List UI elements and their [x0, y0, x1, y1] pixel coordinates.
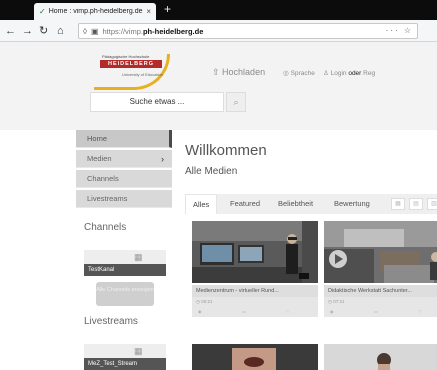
media-duration: ◷ 07:21	[328, 299, 345, 304]
section-title: Alle Medien	[185, 166, 238, 177]
upload-icon: ⇧	[212, 67, 223, 77]
logo-small: University of Education	[122, 72, 163, 77]
detail-view-icon[interactable]: ▥	[427, 198, 437, 210]
stream-card[interactable]: ▦ MeZ_Test_Stream	[84, 344, 166, 370]
stream-placeholder-icon: ▦	[134, 346, 143, 356]
media-card[interactable]: Didaktische Werkstatt Sachunter... ◷ 07:…	[324, 221, 437, 317]
home-button[interactable]: ⌂	[57, 24, 64, 38]
reload-button[interactable]: ↻	[39, 24, 48, 38]
logo-name: HEIDELBERG	[100, 60, 162, 68]
header-links: ⇧ Hochladen ◎ Sprache ♙ Login oder Reg	[212, 67, 437, 78]
forward-button[interactable]: →	[22, 24, 33, 38]
url-actions[interactable]: ··· ☆	[386, 26, 413, 35]
sidebar-item-medien[interactable]: Medien ›	[76, 150, 172, 168]
sidebar: Home Medien › Channels Livestreams Channe…	[76, 130, 172, 370]
media-title: Didaktische Werkstatt Sachunter...	[324, 285, 437, 297]
browser-tabbar: ✓ Home : vimp.ph-heidelberg.de × +	[0, 0, 437, 20]
media-stats: ◉ ▭ ♡	[192, 309, 318, 316]
livestreams-heading: Livestreams	[84, 316, 138, 327]
address-bar[interactable]: ◊ ▣ https://vimp.ph-heidelberg.de ··· ☆	[78, 23, 418, 39]
filter-bar: Alles Featured Beliebtheit Bewertung ▦ ▤…	[185, 194, 437, 214]
show-all-channels-button[interactable]: Alle Channels anzeigen	[96, 282, 154, 306]
chevron-right-icon: ›	[161, 154, 164, 164]
tab-alles[interactable]: Alles	[185, 194, 218, 214]
browser-navbar: ← → ↻ ⌂ ◊ ▣ https://vimp.ph-heidelberg.d…	[0, 20, 437, 42]
new-tab-button[interactable]: +	[164, 2, 171, 16]
media-meta: ◷ 00:21 ◉ ▭ ♡	[192, 297, 318, 317]
channels-heading: Channels	[84, 222, 127, 233]
media-title: Medienzentrum - virtueller Rund...	[192, 285, 318, 297]
search-input[interactable]: Suche etwas ...	[90, 92, 224, 112]
upload-link[interactable]: ⇧ Hochladen	[212, 67, 265, 77]
media-meta: ◷ 07:21 ◉ ▭ ♡	[324, 297, 437, 317]
channel-placeholder-icon: ▦	[134, 252, 143, 262]
site-favicon-icon: ✓	[39, 7, 46, 16]
media-card-partial[interactable]	[324, 344, 437, 370]
tab-beliebtheit[interactable]: Beliebtheit	[271, 194, 320, 214]
sidebar-item-livestreams[interactable]: Livestreams	[76, 190, 172, 208]
page-title: Willkommen	[185, 142, 267, 159]
site-header: Pädagogische Hochschule HEIDELBERG Unive…	[0, 42, 437, 130]
media-thumbnail	[192, 221, 318, 283]
main-content: Willkommen Alle Medien Alles Featured Be…	[172, 130, 437, 370]
shield-icon: ◊	[83, 26, 87, 36]
media-stats: ◉ ▭ ♡	[324, 309, 437, 316]
media-duration: ◷ 00:21	[196, 299, 213, 304]
tab-featured[interactable]: Featured	[223, 194, 267, 214]
list-view-icon[interactable]: ▤	[409, 198, 423, 210]
tab-title: Home : vimp.ph-heidelberg.de	[48, 8, 143, 15]
search-bar: Suche etwas ... ⌕	[90, 92, 250, 112]
tab-close-icon[interactable]: ×	[146, 7, 151, 16]
media-thumbnail	[192, 344, 318, 370]
logo-sub: Pädagogische Hochschule	[102, 54, 150, 59]
likes-icon: ♡	[286, 309, 290, 314]
media-thumbnail	[324, 221, 437, 283]
back-button[interactable]: ←	[5, 24, 16, 38]
language-link[interactable]: ◎ Sprache	[283, 70, 315, 77]
sidebar-item-channels[interactable]: Channels	[76, 170, 172, 188]
stream-card-title: MeZ_Test_Stream	[84, 358, 166, 370]
grid-view-icon[interactable]: ▦	[391, 198, 405, 210]
url-text: https://vimp.ph-heidelberg.de	[102, 26, 204, 36]
user-icon: ♙	[322, 70, 331, 77]
university-logo[interactable]: Pädagogische Hochschule HEIDELBERG Unive…	[92, 50, 170, 90]
comments-icon: ▭	[242, 309, 246, 314]
views-icon: ◉	[330, 309, 334, 314]
tab-bewertung[interactable]: Bewertung	[327, 194, 377, 214]
channel-card-title: TestKanal	[84, 264, 166, 276]
channel-card[interactable]: ▦ TestKanal	[84, 250, 166, 276]
likes-icon: ♡	[418, 309, 422, 314]
search-icon[interactable]: ⌕	[226, 92, 246, 112]
media-card-partial[interactable]	[192, 344, 318, 370]
comments-icon: ▭	[374, 309, 378, 314]
globe-icon: ◎	[283, 70, 291, 77]
login-link[interactable]: ♙ Login oder Reg	[323, 70, 375, 77]
lock-icon: ▣	[90, 26, 99, 36]
sidebar-item-home[interactable]: Home	[76, 130, 172, 148]
browser-tab[interactable]: ✓ Home : vimp.ph-heidelberg.de ×	[34, 3, 156, 20]
views-icon: ◉	[198, 309, 202, 314]
media-card[interactable]: Medienzentrum - virtueller Rund... ◷ 00:…	[192, 221, 318, 317]
media-thumbnail	[324, 344, 437, 370]
